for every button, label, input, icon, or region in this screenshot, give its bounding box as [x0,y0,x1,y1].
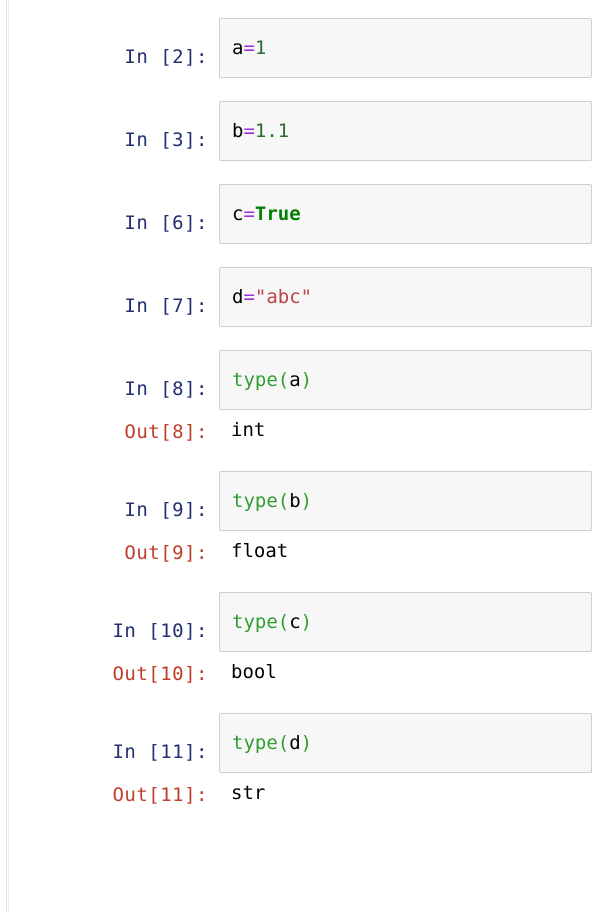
cell-input-row: In [11]: type(d) [0,713,592,773]
input-prompt: In [11]: [112,741,208,763]
input-prompt: In [10]: [112,620,208,642]
code-token: ( [277,611,290,633]
notebook-cell[interactable]: In [2]: a=1 [0,18,592,78]
notebook-cell-list: In [2]: a=1 In [3]: b=1.1 In [6]: c=True In [7… [0,0,592,811]
notebook-cell[interactable]: In [3]: b=1.1 [0,101,592,161]
output-prompt: Out[11]: [112,784,208,806]
output-value: str [231,782,266,804]
code-token: d [232,286,244,308]
code-token: b [289,490,301,512]
code-token: ) [300,369,313,391]
code-token: = [243,120,255,142]
cell-input-row: In [6]: c=True [0,184,592,244]
code-source-line[interactable]: d="abc" [232,287,591,307]
code-source-line[interactable]: a=1 [232,38,591,58]
code-input-box[interactable]: type(a) [219,350,592,410]
code-source-line[interactable]: c=True [232,204,591,224]
output-prompt: Out[8]: [124,421,208,443]
cell-output-area: bool [219,654,592,690]
code-source-line[interactable]: type(a) [232,370,591,390]
cell-input-row: In [2]: a=1 [0,18,592,78]
notebook-cell[interactable]: In [11]: type(d) Out[11]: str [0,713,592,811]
code-input-box[interactable]: type(d) [219,713,592,773]
cell-output-row: Out[11]: str [0,775,592,811]
code-input-box[interactable]: d="abc" [219,267,592,327]
notebook-cell[interactable]: In [6]: c=True [0,184,592,244]
notebook-cell[interactable]: In [10]: type(c) Out[10]: bool [0,592,592,690]
code-token: 1.1 [254,120,290,142]
code-token: ) [300,611,313,633]
cell-input-row: In [3]: b=1.1 [0,101,592,161]
code-token: True [254,203,301,225]
input-prompt: In [8]: [124,378,208,400]
code-input-box[interactable]: c=True [219,184,592,244]
cell-output-area: str [219,775,592,811]
code-token: = [243,37,255,59]
code-token: a [232,37,244,59]
notebook-cell[interactable]: In [8]: type(a) Out[8]: int [0,350,592,448]
code-token: b [232,120,244,142]
code-token: = [243,203,255,225]
code-input-box[interactable]: type(b) [219,471,592,531]
code-source-line[interactable]: b=1.1 [232,121,591,141]
code-token: ( [277,490,290,512]
input-prompt: In [3]: [124,129,208,151]
code-token: = [243,286,255,308]
code-token: type [232,732,278,754]
code-source-line[interactable]: type(b) [232,491,591,511]
output-value: float [231,540,289,562]
cell-input-row: In [8]: type(a) [0,350,592,410]
code-token: ) [300,732,313,754]
cell-input-row: In [10]: type(c) [0,592,592,652]
code-token: a [289,369,301,391]
input-prompt: In [9]: [124,499,208,521]
code-token: type [232,490,278,512]
code-input-box[interactable]: type(c) [219,592,592,652]
code-token: c [232,203,244,225]
output-prompt: Out[10]: [112,663,208,685]
output-value: int [231,419,266,441]
cell-output-row: Out[10]: bool [0,654,592,690]
code-token: d [289,732,301,754]
input-prompt: In [6]: [124,212,208,234]
code-input-box[interactable]: b=1.1 [219,101,592,161]
code-token: "abc" [254,286,313,308]
code-token: type [232,369,278,391]
output-value: bool [231,661,277,683]
input-prompt: In [2]: [124,46,208,68]
cell-output-row: Out[8]: int [0,412,592,448]
code-source-line[interactable]: type(c) [232,612,591,632]
code-token: ) [300,490,313,512]
code-token: ( [277,732,290,754]
cell-input-row: In [9]: type(b) [0,471,592,531]
notebook-cell[interactable]: In [9]: type(b) Out[9]: float [0,471,592,569]
input-prompt: In [7]: [124,295,208,317]
code-token: c [289,611,301,633]
code-token: 1 [254,37,267,59]
cell-output-area: float [219,533,592,569]
output-prompt: Out[9]: [124,542,208,564]
cell-output-area: int [219,412,592,448]
code-source-line[interactable]: type(d) [232,733,591,753]
notebook-cell[interactable]: In [7]: d="abc" [0,267,592,327]
code-token: ( [277,369,290,391]
cell-output-row: Out[9]: float [0,533,592,569]
code-token: type [232,611,278,633]
cell-input-row: In [7]: d="abc" [0,267,592,327]
code-input-box[interactable]: a=1 [219,18,592,78]
